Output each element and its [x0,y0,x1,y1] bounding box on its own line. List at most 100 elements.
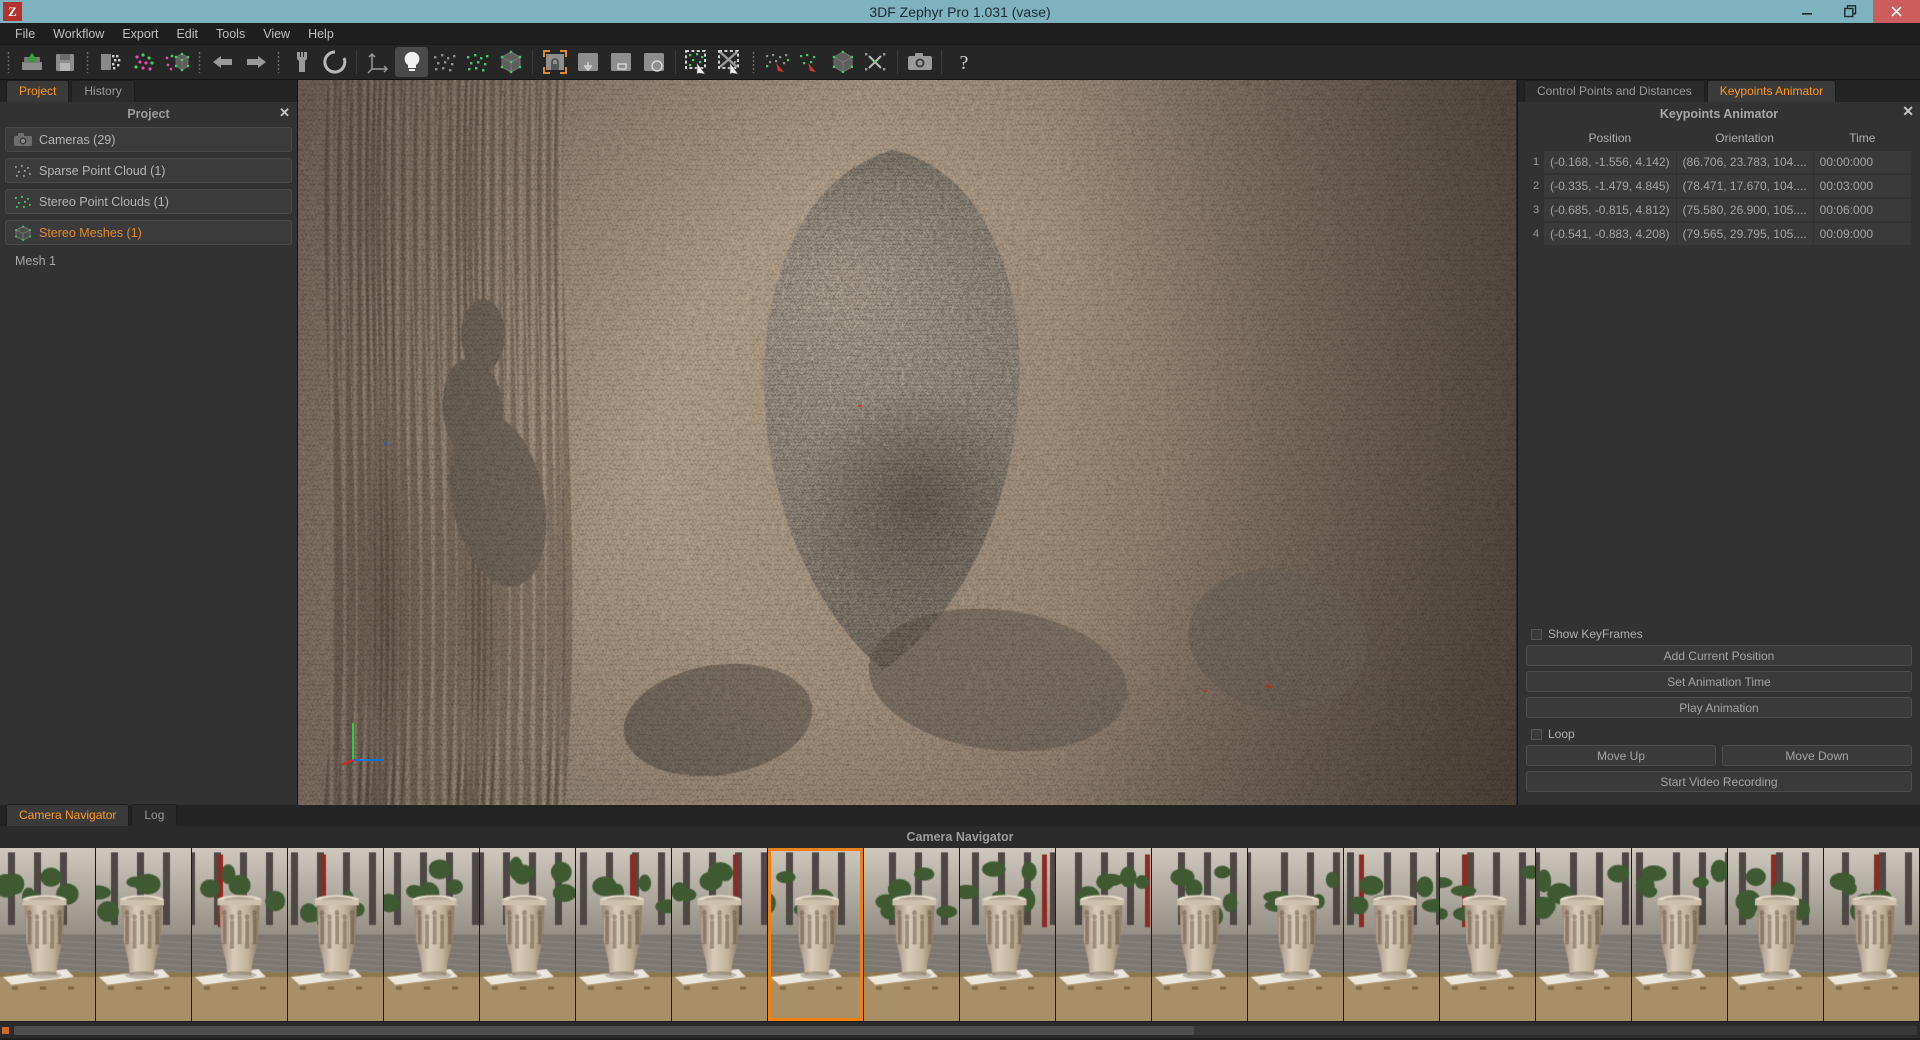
maximize-button[interactable] [1829,0,1873,23]
minimize-button[interactable] [1785,0,1829,23]
camera-thumbnail[interactable] [768,848,863,1021]
points-green-icon[interactable] [461,47,494,77]
tab-history[interactable]: History [71,80,135,102]
menu-file[interactable]: File [6,24,44,44]
tree-leaf-mesh[interactable]: Mesh 1 [5,251,292,268]
camera-thumbnail[interactable] [1824,848,1919,1021]
select-points-icon[interactable] [681,47,714,77]
cell-orientation[interactable]: (86.706, 23.783, 104.... [1676,151,1813,173]
loop-row[interactable]: Loop [1526,723,1912,745]
tree-item-cameras[interactable]: Cameras (29) [5,127,292,152]
cell-position[interactable]: (-0.685, -0.815, 4.812) [1544,199,1676,221]
camera-thumbnail[interactable] [1632,848,1727,1021]
camera-thumbnail[interactable] [576,848,671,1021]
tab-project[interactable]: Project [6,80,70,102]
camera-thumbnail[interactable] [1728,848,1823,1021]
table-row[interactable]: 2 (-0.335, -1.479, 4.845) (78.471, 17.67… [1527,175,1911,197]
tree-item-stereo-meshes[interactable]: Stereo Meshes (1) [5,220,292,245]
camera-thumbnail[interactable] [96,848,191,1021]
camera-thumbnail-strip[interactable] [0,848,1920,1021]
points-grey-icon[interactable] [428,47,461,77]
tab-camera-navigator[interactable]: Camera Navigator [6,804,130,826]
camera-thumbnail[interactable] [1248,848,1343,1021]
add-current-position-button[interactable]: Add Current Position [1526,645,1912,666]
delete-points-icon[interactable] [793,47,826,77]
wrench-icon[interactable] [285,47,318,77]
camera-thumbnail[interactable] [288,848,383,1021]
set-animation-time-button[interactable]: Set Animation Time [1526,671,1912,692]
cell-time[interactable]: 00:09:000 [1813,223,1911,245]
scrollbar-track[interactable] [13,1024,1918,1036]
select-move-icon[interactable] [571,47,604,77]
menu-tools[interactable]: Tools [207,24,254,44]
cell-position[interactable]: (-0.335, -1.479, 4.845) [1544,175,1676,197]
select-lasso-icon[interactable] [637,47,670,77]
show-keyframes-checkbox[interactable] [1531,628,1542,640]
tree-item-stereo-point-clouds[interactable]: Stereo Point Clouds (1) [5,189,292,214]
keyframes-table[interactable]: Position Orientation Time 1 (-0.168, -1.… [1526,127,1912,247]
camera-thumbnail[interactable] [480,848,575,1021]
camera-navigator-scrollbar[interactable] [0,1021,1920,1038]
undo-icon[interactable] [206,47,239,77]
sparse-cloud-icon[interactable] [127,47,160,77]
cell-time[interactable]: 00:00:000 [1813,151,1911,173]
menu-export[interactable]: Export [113,24,167,44]
camera-thumbnail[interactable] [1344,848,1439,1021]
toolbar-grip[interactable] [195,49,204,75]
start-video-recording-button[interactable]: Start Video Recording [1526,771,1912,792]
cell-position[interactable]: (-0.541, -0.883, 4.208) [1544,223,1676,245]
open-project-icon[interactable] [15,47,48,77]
play-animation-button[interactable]: Play Animation [1526,697,1912,718]
menu-view[interactable]: View [254,24,299,44]
save-project-icon[interactable] [48,47,81,77]
import-photos-icon[interactable] [94,47,127,77]
camera-thumbnail[interactable] [192,848,287,1021]
cell-orientation[interactable]: (79.565, 29.795, 105.... [1676,223,1813,245]
menu-edit[interactable]: Edit [167,24,207,44]
select-rect-icon[interactable] [604,47,637,77]
deselect-points-icon[interactable] [714,47,747,77]
menu-help[interactable]: Help [299,24,343,44]
table-row[interactable]: 4 (-0.541, -0.883, 4.208) (79.565, 29.79… [1527,223,1911,245]
dense-cloud-icon[interactable] [160,47,193,77]
camera-thumbnail[interactable] [960,848,1055,1021]
camera-thumbnail[interactable] [1440,848,1535,1021]
3d-viewport[interactable] [298,80,1517,805]
camera-thumbnail[interactable] [672,848,767,1021]
close-button[interactable] [1873,0,1920,23]
light-bulb-icon[interactable] [395,47,428,77]
redo-icon[interactable] [239,47,272,77]
clean-mesh-icon[interactable] [859,47,892,77]
loop-checkbox[interactable] [1531,728,1542,740]
move-down-button[interactable]: Move Down [1722,745,1912,766]
camera-snapshot-icon[interactable] [903,47,936,77]
toolbar-grip[interactable] [4,49,13,75]
scrollbar-thumb[interactable] [14,1025,1194,1035]
help-icon[interactable]: ? [947,47,980,77]
show-keyframes-row[interactable]: Show KeyFrames [1526,623,1912,645]
camera-thumbnail[interactable] [0,848,95,1021]
camera-thumbnail[interactable] [1536,848,1631,1021]
cell-position[interactable]: (-0.168, -1.556, 4.142) [1544,151,1676,173]
toolbar-grip[interactable] [749,49,758,75]
cell-orientation[interactable]: (78.471, 17.670, 104.... [1676,175,1813,197]
right-panel-close-icon[interactable]: ✕ [1902,104,1914,118]
project-panel-close-icon[interactable]: ✕ [279,105,290,121]
table-row[interactable]: 3 (-0.685, -0.815, 4.812) (75.580, 26.90… [1527,199,1911,221]
mesh-tool-icon[interactable] [826,47,859,77]
camera-thumbnail[interactable] [1152,848,1247,1021]
axis-icon[interactable] [362,47,395,77]
mesh-render-canvas[interactable] [298,80,1516,805]
move-up-button[interactable]: Move Up [1526,745,1716,766]
tab-keypoints-animator[interactable]: Keypoints Animator [1706,80,1837,102]
reload-icon[interactable] [318,47,351,77]
bounding-box-icon[interactable] [494,47,527,77]
camera-thumbnail[interactable] [384,848,479,1021]
table-row[interactable]: 1 (-0.168, -1.556, 4.142) (86.706, 23.78… [1527,151,1911,173]
camera-thumbnail[interactable] [1056,848,1151,1021]
cell-time[interactable]: 00:03:000 [1813,175,1911,197]
lock-selection-icon[interactable] [538,47,571,77]
cell-orientation[interactable]: (75.580, 26.900, 105.... [1676,199,1813,221]
cell-time[interactable]: 00:06:000 [1813,199,1911,221]
toolbar-grip[interactable] [83,49,92,75]
